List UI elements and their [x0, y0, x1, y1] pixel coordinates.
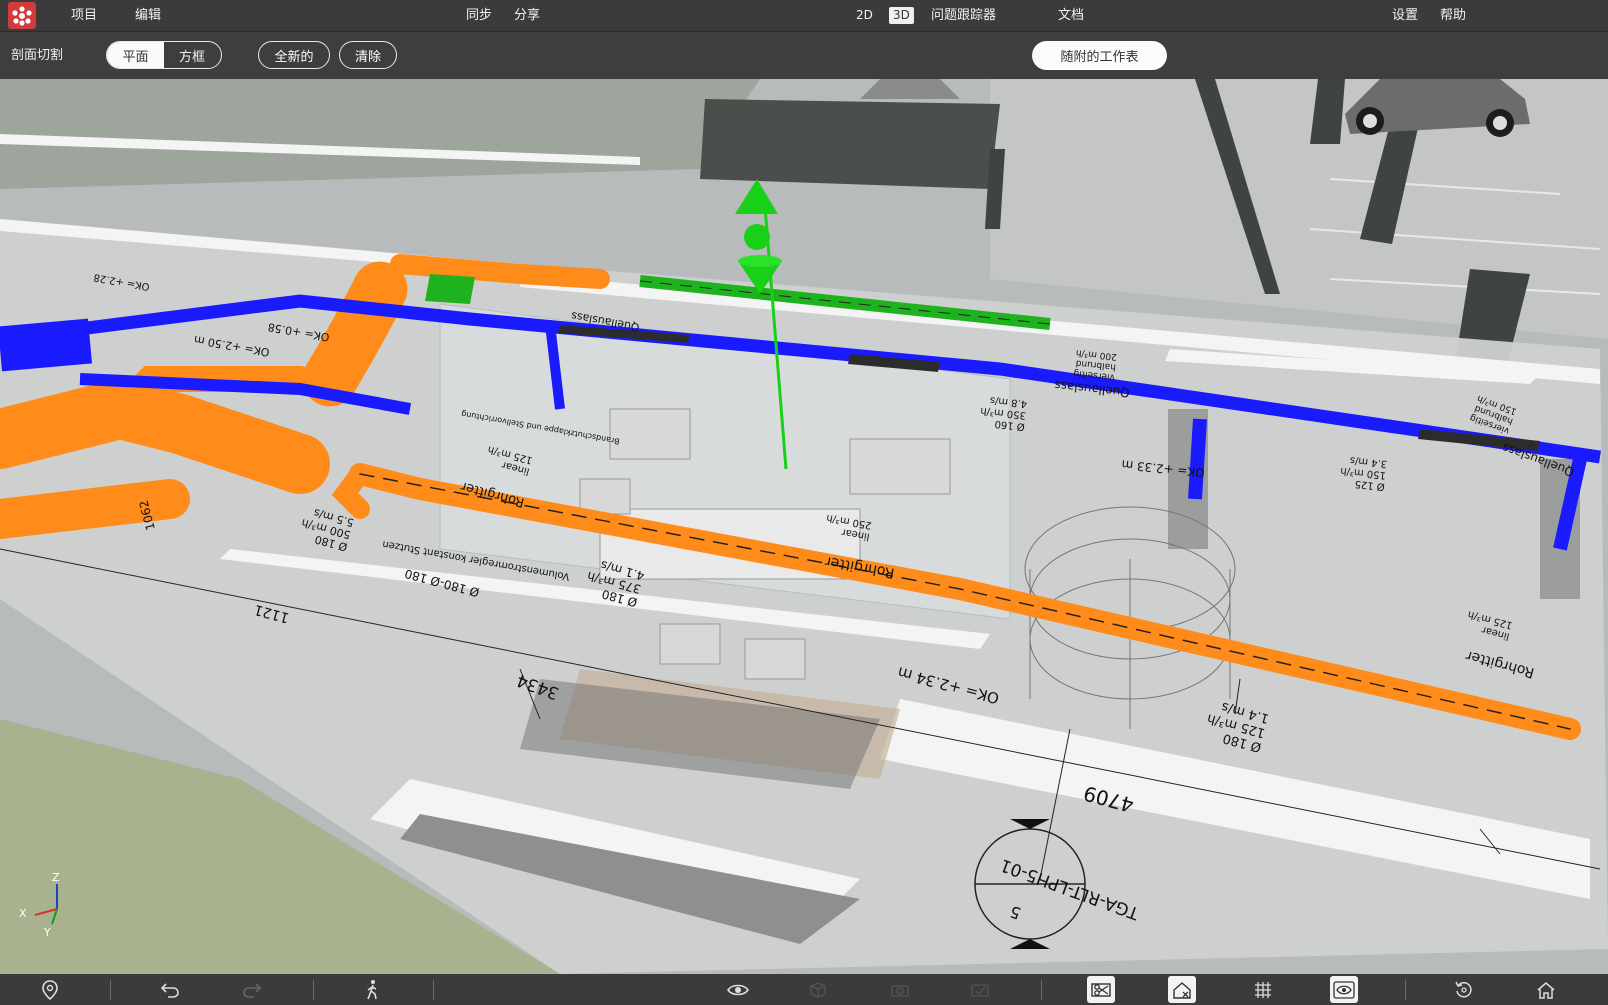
- section-cut-icon[interactable]: [1087, 976, 1115, 1003]
- top-menu-bar: 项目 编辑 同步 分享 2D 3D 问题跟踪器 文档 设置 帮助: [0, 0, 1608, 32]
- sync-button[interactable]: 同步: [466, 0, 492, 31]
- redo-icon[interactable]: [238, 976, 266, 1003]
- home-crop-icon[interactable]: [1168, 976, 1196, 1003]
- documents-button[interactable]: 文档: [1058, 0, 1084, 31]
- section-cut-toolbar: 剖面切割 平面 方框 全新的 清除 随附的工作表: [0, 32, 1608, 79]
- cube-icon[interactable]: [804, 976, 832, 1003]
- new-section-button[interactable]: 全新的: [258, 41, 330, 69]
- mode-box-button[interactable]: 方框: [164, 42, 220, 68]
- share-button[interactable]: 分享: [514, 0, 540, 31]
- eye-icon[interactable]: [724, 976, 752, 1003]
- menu-edit[interactable]: 编辑: [135, 0, 161, 31]
- location-pin-icon[interactable]: [36, 976, 64, 1003]
- home-icon[interactable]: [1532, 976, 1560, 1003]
- axis-x-label: X: [19, 907, 27, 920]
- attached-sheet-button[interactable]: 随附的工作表: [1032, 41, 1167, 70]
- scene-canvas[interactable]: Z X Y Quellauslass vierseitighalbrund200…: [0, 79, 1608, 974]
- view-eye-icon[interactable]: [1330, 976, 1358, 1003]
- view-2d-toggle[interactable]: 2D: [856, 0, 873, 31]
- walk-icon[interactable]: [358, 976, 386, 1003]
- section-cut-label: 剖面切割: [11, 48, 64, 63]
- view-3d-toggle[interactable]: 3D: [889, 7, 914, 24]
- separator: [313, 980, 314, 1000]
- clear-section-button[interactable]: 清除: [339, 41, 397, 69]
- app-logo-icon[interactable]: [8, 2, 36, 29]
- separator: [1041, 980, 1042, 1000]
- help-button[interactable]: 帮助: [1440, 0, 1466, 31]
- separator: [433, 980, 434, 1000]
- axis-y-label: Y: [43, 926, 51, 939]
- camera-icon[interactable]: [886, 976, 914, 1003]
- settings-button[interactable]: 设置: [1392, 0, 1418, 31]
- quellauslass-note-1: vierseitighalbrund200 m³/h: [1073, 347, 1118, 382]
- grid-icon[interactable]: [1249, 976, 1277, 1003]
- 3d-viewport[interactable]: Z X Y Quellauslass vierseitighalbrund200…: [0, 79, 1608, 974]
- rotate-reset-icon[interactable]: [1450, 976, 1478, 1003]
- section-mode-segmented: 平面 方框: [106, 41, 222, 69]
- camera-check-icon[interactable]: [966, 976, 994, 1003]
- bottom-toolbar: [0, 974, 1608, 1005]
- separator: [1405, 980, 1406, 1000]
- undo-icon[interactable]: [156, 976, 184, 1003]
- separator: [110, 980, 111, 1000]
- issue-tracker-button[interactable]: 问题跟踪器: [931, 0, 996, 31]
- menu-project[interactable]: 项目: [71, 0, 97, 31]
- axis-z-label: Z: [52, 871, 60, 884]
- mode-plane-button[interactable]: 平面: [107, 42, 164, 68]
